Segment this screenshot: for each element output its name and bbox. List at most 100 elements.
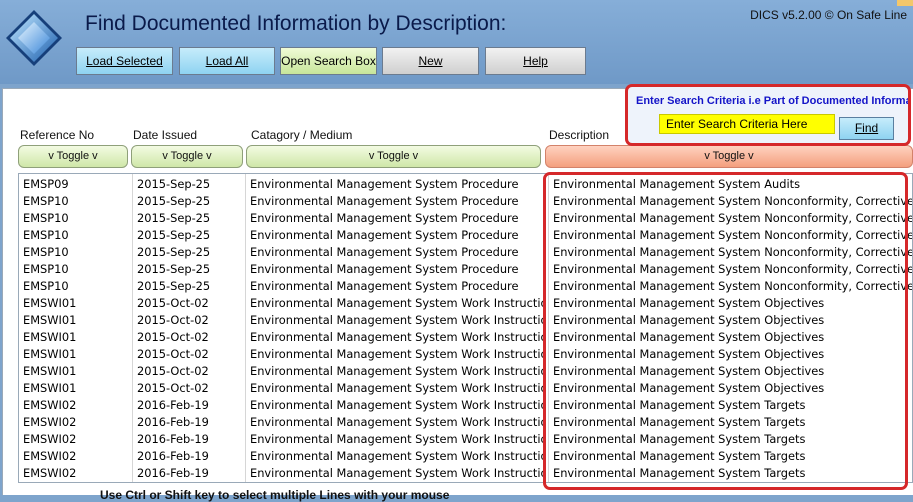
table-row[interactable]: EMSWI01 2015-Oct-02 Environmental Manageme… — [19, 363, 912, 380]
reference-cell: EMSWI01 — [23, 364, 77, 378]
reference-cell: EMSP09 — [23, 177, 69, 191]
description-cell: Environmental Management System Objectiv… — [553, 296, 825, 310]
description-cell: Environmental Management System Nonconfo… — [553, 211, 913, 225]
column-divider — [548, 174, 549, 482]
version-label: DICS v5.2.00 © On Safe Line — [750, 8, 907, 22]
category-cell: Environmental Management System Procedur… — [250, 211, 519, 225]
load-all-button[interactable]: Load All — [179, 47, 275, 75]
description-cell: Environmental Management System Nonconfo… — [553, 279, 913, 293]
date-cell: 2016-Feb-19 — [137, 449, 209, 463]
description-cell: Environmental Management System Objectiv… — [553, 330, 825, 344]
reference-cell: EMSP10 — [23, 279, 69, 293]
reference-cell: EMSP10 — [23, 245, 69, 259]
date-cell: 2015-Oct-02 — [137, 381, 209, 395]
table-row[interactable]: EMSWI02 2016-Feb-19 Environmental Manageme… — [19, 397, 912, 414]
toggle-category-button[interactable]: v Toggle v — [246, 145, 541, 168]
date-cell: 2015-Oct-02 — [137, 330, 209, 344]
category-cell: Environmental Management System Work Ins… — [250, 330, 545, 344]
category-cell: Environmental Management System Work Ins… — [250, 398, 545, 412]
reference-cell: EMSWI02 — [23, 398, 77, 412]
category-cell: Environmental Management System Procedur… — [250, 228, 519, 242]
toggle-reference-button[interactable]: v Toggle v — [18, 145, 128, 168]
category-cell: Environmental Management System Procedur… — [250, 262, 519, 276]
table-row[interactable]: EMSWI01 2015-Oct-02 Environmental Manageme… — [19, 346, 912, 363]
date-cell: 2015-Sep-25 — [137, 177, 211, 191]
table-row[interactable]: EMSP10 2015-Sep-25 Environmental Managemen… — [19, 227, 913, 244]
category-cell: Environmental Management System Work Ins… — [250, 449, 545, 463]
description-cell: Environmental Management System Targets — [553, 449, 806, 463]
table-row[interactable]: EMSWI02 2016-Feb-19 Environmental Manageme… — [19, 431, 912, 448]
reference-cell: EMSWI01 — [23, 296, 77, 310]
table-row[interactable]: EMSP10 2015-Sep-25 Environmental Managemen… — [19, 193, 912, 210]
reference-cell: EMSP10 — [23, 194, 69, 208]
table-row[interactable]: EMSP10 2015-Sep-25 Environmental Managemen… — [19, 278, 913, 295]
find-button[interactable]: Find — [839, 117, 894, 140]
reference-cell: EMSP10 — [23, 262, 69, 276]
description-cell: Environmental Management System Objectiv… — [553, 347, 825, 361]
table-row[interactable]: EMSP10 2015-Sep-25 Environmental Managemen… — [19, 244, 913, 261]
description-cell: Environmental Management System Objectiv… — [553, 313, 825, 327]
category-cell: Environmental Management System Work Ins… — [250, 381, 545, 395]
date-cell: 2015-Oct-02 — [137, 296, 209, 310]
table-row[interactable]: EMSP10 2015-Sep-25 Environmental Managemen… — [19, 261, 913, 278]
help-button[interactable]: Help — [485, 47, 586, 75]
reference-cell: EMSWI01 — [23, 330, 77, 344]
search-panel: Enter Search Criteria i.e Part of Docume… — [625, 84, 911, 146]
footer-hint: Use Ctrl or Shift key to select multiple… — [100, 488, 450, 502]
column-header-date: Date Issued — [133, 128, 198, 142]
search-input[interactable] — [659, 114, 835, 134]
toggle-description-button[interactable]: v Toggle v — [545, 145, 913, 168]
table-row[interactable]: EMSP09 2015-Sep-25 Environmental Managemen… — [19, 176, 912, 193]
date-cell: 2015-Sep-25 — [137, 262, 211, 276]
table-row[interactable]: EMSWI02 2016-Feb-19 Environmental Manageme… — [19, 448, 912, 465]
table-row[interactable]: EMSWI02 2016-Feb-19 Environmental Manageme… — [19, 414, 912, 431]
toggle-date-button[interactable]: v Toggle v — [131, 145, 243, 168]
reference-cell: EMSWI02 — [23, 432, 77, 446]
reference-cell: EMSWI01 — [23, 347, 77, 361]
column-header-description: Description — [549, 128, 610, 142]
date-cell: 2015-Oct-02 — [137, 313, 209, 327]
description-cell: Environmental Management System Audits — [553, 177, 801, 191]
date-cell: 2016-Feb-19 — [137, 398, 209, 412]
category-cell: Environmental Management System Procedur… — [250, 279, 519, 293]
table-row[interactable]: EMSWI01 2015-Oct-02 Environmental Manageme… — [19, 380, 912, 397]
table-row[interactable]: EMSWI02 2016-Feb-19 Environmental Manageme… — [19, 465, 912, 482]
table-row[interactable]: EMSWI01 2015-Oct-02 Environmental Manageme… — [19, 312, 912, 329]
reference-cell: EMSWI02 — [23, 449, 77, 463]
date-cell: 2015-Sep-25 — [137, 245, 211, 259]
search-label: Enter Search Criteria i.e Part of Docume… — [636, 95, 911, 107]
app-logo-icon — [6, 10, 62, 66]
column-header-category: Catagory / Medium — [251, 128, 353, 142]
table-row[interactable]: EMSWI01 2015-Oct-02 Environmental Manageme… — [19, 295, 912, 312]
description-cell: Environmental Management System Targets — [553, 432, 806, 446]
reference-cell: EMSWI02 — [23, 466, 77, 480]
category-cell: Environmental Management System Work Ins… — [250, 364, 545, 378]
description-cell: Environmental Management System Objectiv… — [553, 381, 825, 395]
results-list[interactable]: EMSP09 2015-Sep-25 Environmental Managemen… — [18, 173, 913, 483]
description-cell: Environmental Management System Nonconfo… — [553, 262, 913, 276]
reference-cell: EMSP10 — [23, 211, 69, 225]
date-cell: 2015-Sep-25 — [137, 211, 211, 225]
reference-cell: EMSP10 — [23, 228, 69, 242]
date-cell: 2016-Feb-19 — [137, 432, 209, 446]
description-cell: Environmental Management System Targets — [553, 466, 806, 480]
description-cell: Environmental Management System Nonconfo… — [553, 228, 913, 242]
column-header-reference: Reference No — [20, 128, 95, 142]
date-cell: 2015-Sep-25 — [137, 228, 211, 242]
reference-cell: EMSWI01 — [23, 313, 77, 327]
category-cell: Environmental Management System Work Ins… — [250, 296, 545, 310]
table-row[interactable]: EMSP10 2015-Sep-25 Environmental Managemen… — [19, 210, 913, 227]
date-cell: 2015-Oct-02 — [137, 364, 209, 378]
category-cell: Environmental Management System Procedur… — [250, 194, 519, 208]
load-selected-button[interactable]: Load Selected — [76, 47, 173, 75]
page-title: Find Documented Information by Descripti… — [85, 12, 507, 35]
category-cell: Environmental Management System Work Ins… — [250, 415, 545, 429]
description-cell: Environmental Management System Objectiv… — [553, 364, 825, 378]
category-cell: Environmental Management System Work Ins… — [250, 347, 545, 361]
table-row[interactable]: EMSWI01 2015-Oct-02 Environmental Manageme… — [19, 329, 912, 346]
category-cell: Environmental Management System Procedur… — [250, 177, 519, 191]
open-search-box-button[interactable]: Open Search Box — [280, 47, 377, 75]
date-cell: 2015-Oct-02 — [137, 347, 209, 361]
description-cell: Environmental Management System Nonconfo… — [553, 245, 913, 259]
new-button[interactable]: New — [382, 47, 479, 75]
